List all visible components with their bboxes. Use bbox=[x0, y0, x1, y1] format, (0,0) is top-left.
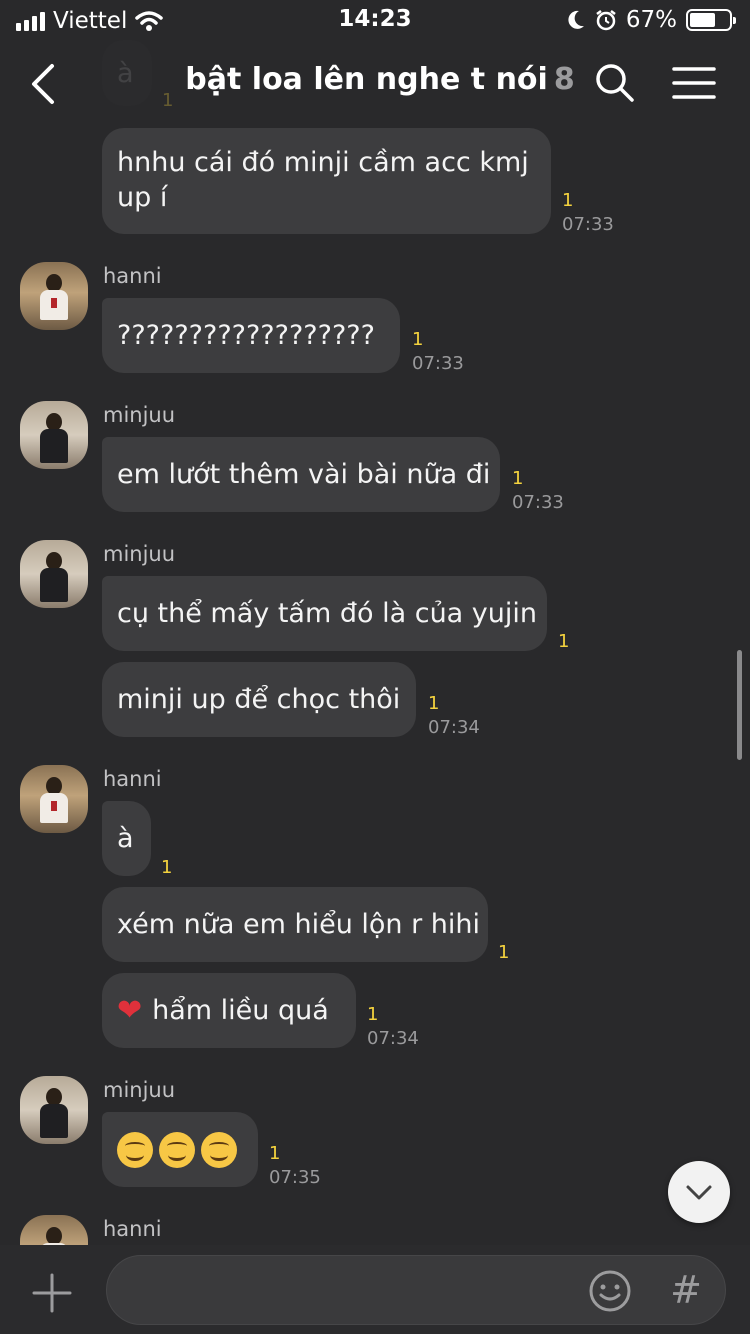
message-time: 07:33 bbox=[562, 214, 614, 235]
message-bubble[interactable]: ❤ hẩm liều quá bbox=[102, 973, 356, 1048]
avatar-minjuu[interactable] bbox=[20, 540, 88, 608]
smiling-face-icon bbox=[201, 1131, 237, 1168]
message-input[interactable] bbox=[106, 1255, 726, 1325]
message-list[interactable]: à 1 hnhu cái đó minji cầm acc kmj up í 1… bbox=[0, 0, 750, 1245]
sender-name: minjuu bbox=[103, 1078, 176, 1102]
message-text: à bbox=[117, 823, 134, 854]
message-text: up í bbox=[117, 182, 168, 213]
message-time: 07:34 bbox=[428, 717, 480, 738]
message-time: 07:33 bbox=[512, 492, 564, 513]
message-time: 07:34 bbox=[367, 1028, 419, 1049]
avatar-hanni[interactable] bbox=[20, 262, 88, 330]
message-input-bar: # bbox=[0, 1245, 750, 1334]
unread-count: 1 bbox=[498, 942, 510, 963]
unread-count: 1 bbox=[269, 1143, 281, 1164]
smiling-face-icon bbox=[159, 1131, 195, 1168]
avatar-hanni[interactable] bbox=[20, 1215, 88, 1245]
message-text: ?????????????????? bbox=[117, 320, 375, 351]
unread-count: 1 bbox=[512, 468, 524, 489]
avatar-hanni[interactable] bbox=[20, 765, 88, 833]
message-bubble[interactable]: hnhu cái đó minji cầm acc kmj up í bbox=[102, 128, 551, 234]
avatar-minjuu[interactable] bbox=[20, 401, 88, 469]
hamburger-menu-icon bbox=[672, 67, 716, 99]
sender-name: minjuu bbox=[103, 542, 176, 566]
chevron-down-icon bbox=[686, 1185, 712, 1200]
message-bubble[interactable]: ?????????????????? bbox=[102, 298, 400, 373]
unread-count: 1 bbox=[428, 693, 440, 714]
message-text: hnhu cái đó minji cầm acc kmj bbox=[117, 147, 529, 178]
message-bubble[interactable]: em lướt thêm vài bài nữa đi bbox=[102, 437, 500, 512]
sender-name: hanni bbox=[103, 1217, 162, 1241]
scrollbar[interactable] bbox=[737, 650, 742, 760]
heart-emoji-icon: ❤ bbox=[117, 993, 143, 1028]
search-icon bbox=[596, 64, 634, 102]
chevron-left-icon bbox=[32, 64, 54, 104]
chat-title[interactable]: bật loa lên nghe t nói 8 bbox=[150, 62, 610, 97]
chat-header: bật loa lên nghe t nói 8 bbox=[0, 42, 750, 128]
chat-name: bật loa lên nghe t nói bbox=[185, 62, 548, 97]
message-bubble[interactable]: cụ thể mấy tấm đó là của yujin bbox=[102, 576, 547, 651]
message-time: 07:35 bbox=[269, 1167, 321, 1188]
message-text: xém nữa em hiểu lộn r hihi bbox=[117, 909, 481, 940]
emoji-smile-icon bbox=[589, 1270, 631, 1312]
member-count: 8 bbox=[553, 62, 575, 97]
message-bubble[interactable]: à bbox=[102, 801, 151, 876]
menu-button[interactable] bbox=[672, 66, 716, 100]
attach-button[interactable] bbox=[32, 1273, 72, 1313]
avatar-minjuu[interactable] bbox=[20, 1076, 88, 1144]
plus-icon bbox=[32, 1273, 72, 1313]
unread-count: 1 bbox=[367, 1004, 379, 1025]
unread-count: 1 bbox=[558, 631, 570, 652]
message-text: cụ thể mấy tấm đó là của yujin bbox=[117, 598, 538, 629]
message-text: em lướt thêm vài bài nữa đi bbox=[117, 459, 491, 490]
message-bubble[interactable] bbox=[102, 1112, 258, 1187]
unread-count: 1 bbox=[562, 190, 574, 211]
back-button[interactable] bbox=[24, 60, 68, 108]
unread-count: 1 bbox=[161, 857, 173, 878]
message-bubble[interactable]: xém nữa em hiểu lộn r hihi bbox=[102, 887, 488, 962]
unread-count: 1 bbox=[412, 329, 424, 350]
sender-name: hanni bbox=[103, 264, 162, 288]
smiling-face-icon bbox=[117, 1131, 153, 1168]
sender-name: minjuu bbox=[103, 403, 176, 427]
search-button[interactable] bbox=[594, 62, 636, 104]
message-bubble[interactable]: minji up để chọc thôi bbox=[102, 662, 416, 737]
message-time: 07:33 bbox=[412, 353, 464, 374]
message-text: minji up để chọc thôi bbox=[117, 684, 401, 715]
hashtag-button[interactable]: # bbox=[666, 1267, 706, 1313]
sender-name: hanni bbox=[103, 767, 162, 791]
emoji-button[interactable] bbox=[588, 1269, 632, 1313]
scroll-to-bottom-button[interactable] bbox=[668, 1161, 730, 1223]
message-text: hẩm liều quá bbox=[152, 995, 329, 1026]
